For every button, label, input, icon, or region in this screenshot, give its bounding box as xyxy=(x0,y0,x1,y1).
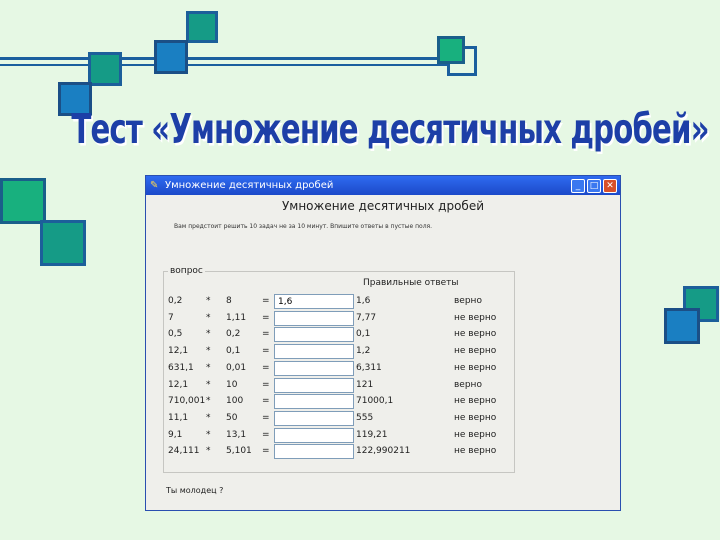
answer-input[interactable] xyxy=(274,444,354,459)
operand-a: 7 xyxy=(168,313,174,323)
answer-status: не верно xyxy=(454,346,497,356)
operand-b: 50 xyxy=(226,413,238,423)
equals-sign: = xyxy=(262,446,270,456)
correct-answer: 119,21 xyxy=(356,430,388,440)
answer-input[interactable] xyxy=(274,394,354,409)
correct-answer: 6,311 xyxy=(356,363,382,373)
decor-line xyxy=(0,64,160,66)
decor-square xyxy=(88,52,122,86)
decor-square xyxy=(0,178,46,224)
correct-answer: 1,2 xyxy=(356,346,371,356)
equals-sign: = xyxy=(262,346,270,356)
operand-a: 9,1 xyxy=(168,430,183,440)
window-title: Умножение десятичных дробей xyxy=(165,180,334,191)
answer-input[interactable] xyxy=(274,294,354,309)
operator: * xyxy=(206,363,211,373)
equals-sign: = xyxy=(262,413,270,423)
operator: * xyxy=(206,346,211,356)
decor-square xyxy=(154,40,188,74)
app-window: ✎ Умножение десятичных дробей _ □ ✕ Умно… xyxy=(145,175,621,511)
answer-input[interactable] xyxy=(274,378,354,393)
answer-input[interactable] xyxy=(274,361,354,376)
operand-b: 1,11 xyxy=(226,313,247,323)
app-icon: ✎ xyxy=(150,179,159,191)
answer-status: верно xyxy=(454,380,482,390)
equals-sign: = xyxy=(262,296,270,306)
answer-input[interactable] xyxy=(274,327,354,342)
operand-a: 12,1 xyxy=(168,346,189,356)
answer-status: не верно xyxy=(454,413,497,423)
correct-answer: 122,990211 xyxy=(356,446,411,456)
operator: * xyxy=(206,413,211,423)
answers-header: Правильные ответы xyxy=(363,278,459,288)
answer-status: не верно xyxy=(454,446,497,456)
answer-status: не верно xyxy=(454,430,497,440)
operand-b: 100 xyxy=(226,396,244,406)
operator: * xyxy=(206,296,211,306)
answer-input[interactable] xyxy=(274,344,354,359)
operand-a: 24,111 xyxy=(168,446,200,456)
answer-status: не верно xyxy=(454,396,497,406)
close-button[interactable]: ✕ xyxy=(603,178,617,193)
operand-b: 8 xyxy=(226,296,232,306)
decor-line xyxy=(0,57,160,60)
correct-answer: 71000,1 xyxy=(356,396,394,406)
operand-b: 0,1 xyxy=(226,346,241,356)
decor-square xyxy=(40,220,86,266)
window-titlebar[interactable]: ✎ Умножение десятичных дробей _ □ ✕ xyxy=(146,176,620,195)
equals-sign: = xyxy=(262,329,270,339)
operand-b: 13,1 xyxy=(226,430,247,440)
equals-sign: = xyxy=(262,396,270,406)
decor-square xyxy=(186,11,218,43)
operand-b: 10 xyxy=(226,380,238,390)
correct-answer: 7,77 xyxy=(356,313,377,323)
equals-sign: = xyxy=(262,380,270,390)
operator: * xyxy=(206,313,211,323)
operator: * xyxy=(206,380,211,390)
operator: * xyxy=(206,446,211,456)
instructions-text: Вам предстоит решить 10 задач не за 10 м… xyxy=(174,223,433,230)
correct-answer: 121 xyxy=(356,380,374,390)
operand-a: 710,001 xyxy=(168,396,206,406)
equals-sign: = xyxy=(262,313,270,323)
result-label: Ты молодец ? xyxy=(166,486,224,495)
decor-line xyxy=(180,57,455,60)
answer-status: не верно xyxy=(454,363,497,373)
operand-b: 0,2 xyxy=(226,329,241,339)
answer-status: не верно xyxy=(454,329,497,339)
answer-status: верно xyxy=(454,296,482,306)
operand-b: 5,101 xyxy=(226,446,252,456)
operand-a: 0,5 xyxy=(168,329,183,339)
answer-input[interactable] xyxy=(274,411,354,426)
operand-b: 0,01 xyxy=(226,363,247,373)
minimize-button[interactable]: _ xyxy=(571,178,585,193)
answer-input[interactable] xyxy=(274,428,354,443)
operator: * xyxy=(206,396,211,406)
operand-a: 631,1 xyxy=(168,363,194,373)
decor-square xyxy=(664,308,700,344)
decor-square xyxy=(437,36,465,64)
correct-answer: 1,6 xyxy=(356,296,371,306)
correct-answer: 555 xyxy=(356,413,374,423)
operand-a: 11,1 xyxy=(168,413,189,423)
question-group-label: вопрос xyxy=(168,266,205,276)
equals-sign: = xyxy=(262,430,270,440)
decor-line xyxy=(180,64,455,66)
maximize-button[interactable]: □ xyxy=(587,178,601,193)
correct-answer: 0,1 xyxy=(356,329,371,339)
operator: * xyxy=(206,430,211,440)
answer-input[interactable] xyxy=(274,311,354,326)
operator: * xyxy=(206,329,211,339)
operand-a: 12,1 xyxy=(168,380,189,390)
form-heading: Умножение десятичных дробей xyxy=(281,199,485,213)
slide-title: Тест «Умножение десятичных дробей» xyxy=(71,106,709,154)
equals-sign: = xyxy=(262,363,270,373)
operand-a: 0,2 xyxy=(168,296,183,306)
answer-status: не верно xyxy=(454,313,497,323)
